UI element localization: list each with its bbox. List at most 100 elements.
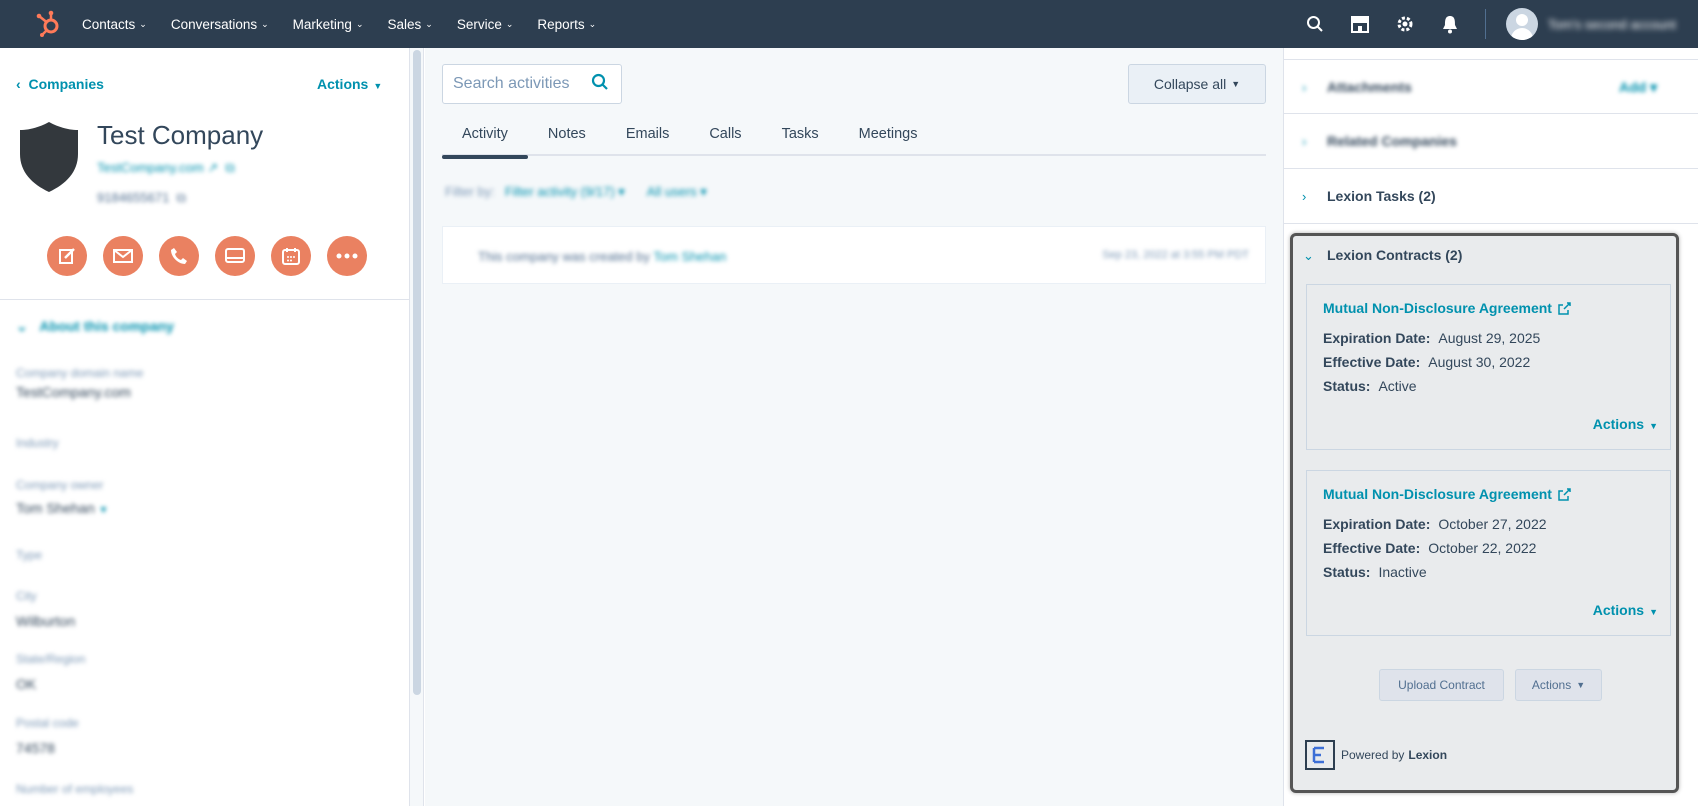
search-activities-input[interactable]: Search activities — [442, 64, 622, 104]
attachments-section[interactable]: › Attachments Add ▾ — [1284, 59, 1698, 114]
gear-icon[interactable] — [1395, 14, 1415, 34]
search-placeholder: Search activities — [453, 75, 570, 92]
log-icon — [225, 248, 245, 263]
chevron-right-icon: › — [1302, 134, 1307, 149]
effective-label: Effective Date: — [1323, 354, 1421, 370]
related-companies-section[interactable]: › Related Companies — [1284, 114, 1698, 169]
prop-value-state[interactable]: OK — [16, 676, 36, 692]
caret-down-icon: ▼ — [1649, 421, 1658, 431]
note-icon — [59, 248, 75, 264]
log-activity-button[interactable] — [215, 236, 255, 276]
expiration-value: October 27, 2022 — [1438, 516, 1547, 532]
contract-card: Mutual Non-Disclosure Agreement Expirati… — [1306, 284, 1671, 450]
about-section-toggle[interactable]: ⌄ About this company — [16, 318, 174, 335]
tab-meetings[interactable]: Meetings — [839, 120, 938, 156]
nav-reports-label: Reports — [537, 16, 585, 32]
contract-effective: Effective Date: October 22, 2022 — [1323, 540, 1536, 556]
company-actions-dropdown[interactable]: Actions ▼ — [317, 76, 382, 92]
tab-calls[interactable]: Calls — [689, 120, 761, 156]
contract-title-link[interactable]: Mutual Non-Disclosure Agreement — [1323, 300, 1571, 316]
create-note-button[interactable] — [47, 236, 87, 276]
lexion-tasks-section[interactable]: › Lexion Tasks (2) — [1284, 169, 1698, 224]
scrollbar-thumb[interactable] — [413, 50, 421, 695]
expiration-label: Expiration Date: — [1323, 516, 1431, 532]
chevron-down-icon: ⌄ — [1303, 248, 1314, 263]
company-domain-link[interactable]: TestCompany.com ↗ ⧉ — [97, 160, 235, 176]
collapse-all-button[interactable]: Collapse all ▼ — [1128, 64, 1266, 104]
add-label: Add — [1619, 79, 1647, 95]
nav-right-tools: Tom's second account — [1305, 0, 1698, 48]
search-icon[interactable] — [591, 73, 609, 96]
external-link-icon — [1558, 487, 1571, 501]
more-actions-button[interactable] — [327, 236, 367, 276]
attachments-title: Attachments — [1327, 79, 1412, 95]
prop-value-domain[interactable]: TestCompany.com — [16, 384, 131, 400]
chevron-down-icon: ⌄ — [355, 18, 364, 29]
chevron-down-icon: ⌄ — [425, 18, 433, 29]
add-attachment-button[interactable]: Add ▾ — [1619, 79, 1657, 96]
prop-value-city[interactable]: Wilburton — [16, 613, 75, 629]
lexion-contracts-title: Lexion Contracts (2) — [1327, 247, 1463, 263]
activity-user-link[interactable]: Tom Shehan — [653, 249, 726, 264]
nav-divider — [1484, 9, 1486, 39]
nav-marketing[interactable]: Marketing ⌄ — [293, 17, 364, 32]
tab-emails[interactable]: Emails — [606, 120, 690, 156]
left-scrollbar[interactable] — [410, 48, 424, 806]
hubspot-logo-icon[interactable] — [34, 9, 64, 39]
contract-actions-label: Actions — [1592, 602, 1645, 618]
activity-date: Sep 23, 2022 at 3:55 PM PDT — [1102, 249, 1249, 261]
status-label: Status: — [1323, 564, 1371, 580]
status-value: Inactive — [1378, 564, 1427, 580]
prop-label-employees: Number of employees — [16, 782, 134, 796]
nav-sales[interactable]: Sales ⌄ — [388, 17, 433, 32]
schedule-meeting-button[interactable] — [271, 236, 311, 276]
upload-contract-button[interactable]: Upload Contract — [1379, 669, 1504, 701]
search-icon[interactable] — [1305, 14, 1325, 34]
contract-title-link[interactable]: Mutual Non-Disclosure Agreement — [1323, 486, 1571, 502]
tab-activity[interactable]: Activity — [442, 120, 528, 159]
filter-activity-dropdown[interactable]: Filter activity (9/17) ▾ — [505, 184, 625, 200]
status-label: Status: — [1323, 378, 1371, 394]
about-label: About this company — [39, 318, 174, 334]
contract-status: Status: Inactive — [1323, 564, 1427, 580]
activity-timeline: Search activities Collapse all ▼ Activity… — [425, 48, 1283, 806]
chevron-right-icon: › — [1302, 189, 1307, 204]
quick-action-row — [47, 236, 383, 276]
prop-value-owner[interactable]: Tom Shehan ▼ — [16, 500, 108, 516]
tab-tasks[interactable]: Tasks — [762, 120, 839, 156]
owner-value: Tom Shehan — [16, 500, 95, 516]
activity-item: This company was created by Tom Shehan S… — [442, 226, 1266, 284]
nav-reports[interactable]: Reports ⌄ — [537, 17, 596, 32]
chevron-down-icon: ⌄ — [261, 18, 269, 29]
nav-contacts[interactable]: Contacts ⌄ — [82, 17, 147, 32]
more-icon — [336, 253, 358, 259]
caret-down-icon: ▼ — [373, 81, 383, 91]
make-call-button[interactable] — [159, 236, 199, 276]
envelope-icon — [113, 249, 133, 263]
account-name[interactable]: Tom's second account — [1548, 17, 1676, 32]
top-navigation: Contacts ⌄ Conversations ⌄ Marketing ⌄ Sale… — [0, 0, 1698, 48]
filter-users-dropdown[interactable]: All users ▾ — [647, 184, 707, 200]
nav-marketing-label: Marketing — [292, 16, 352, 32]
back-to-companies-link[interactable]: ‹ Companies — [16, 76, 104, 92]
expiration-label: Expiration Date: — [1323, 330, 1431, 346]
lexion-logo-icon — [1305, 740, 1335, 770]
phone-icon — [171, 248, 187, 264]
lexion-contracts-toggle[interactable]: ⌄ Lexion Contracts (2) — [1293, 236, 1676, 286]
nav-service[interactable]: Service ⌄ — [457, 17, 514, 32]
avatar[interactable] — [1505, 8, 1538, 40]
actions-label: Actions — [317, 76, 369, 92]
contract-actions-dropdown[interactable]: Actions ▼ — [1593, 416, 1658, 432]
widget-actions-button[interactable]: Actions ▼ — [1515, 669, 1602, 701]
caret-down-icon: ▼ — [98, 505, 109, 516]
nav-conversations[interactable]: Conversations ⌄ — [171, 17, 269, 32]
prop-label-domain: Company domain name — [16, 366, 144, 380]
send-email-button[interactable] — [103, 236, 143, 276]
contract-actions-dropdown[interactable]: Actions ▼ — [1593, 602, 1658, 618]
activity-text: This company was created by Tom Shehan — [478, 249, 726, 264]
bell-icon[interactable] — [1440, 14, 1460, 34]
tab-notes[interactable]: Notes — [528, 120, 606, 156]
prop-value-postal[interactable]: 74578 — [16, 740, 55, 756]
marketplace-icon[interactable] — [1350, 14, 1370, 34]
section-divider — [0, 299, 409, 300]
